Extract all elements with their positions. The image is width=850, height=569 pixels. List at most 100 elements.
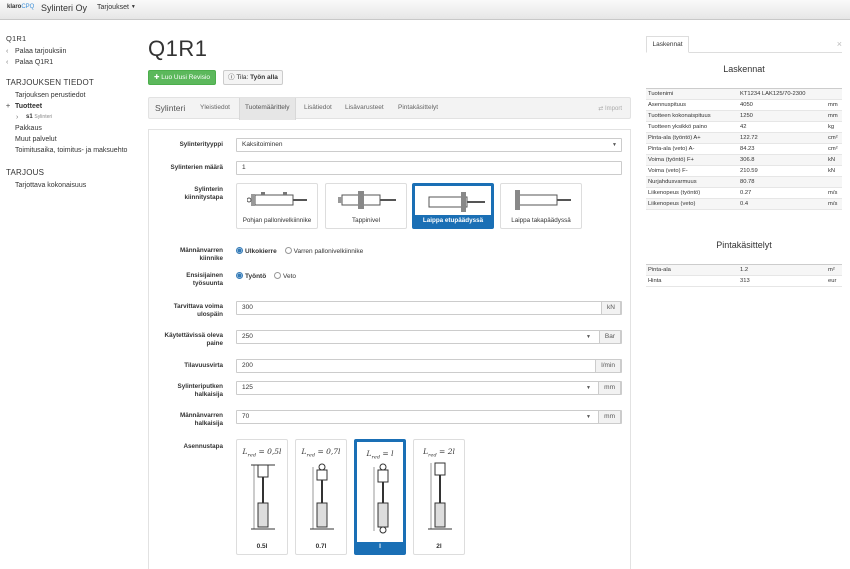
main-content: Q1R1 ✚ Luo Uusi Revisio ⓘ Tila: Työn all… (148, 36, 631, 569)
back-to-q-link[interactable]: ‹ Palaa Q1R1 (6, 57, 136, 68)
table-cell: Hinta (648, 278, 662, 284)
brand-logo[interactable]: klaroCPQ (7, 4, 34, 10)
table-row: Hinta 313 eur (646, 276, 842, 287)
direction-option-push[interactable]: Työntö (236, 272, 266, 280)
rod-diameter-unit: mm (598, 410, 621, 424)
mount-option-rear-flange[interactable]: Laippa takapäädyssä (500, 183, 582, 229)
sidebar-item-total[interactable]: Tarjottava kokonaisuus (6, 180, 136, 191)
table-cell: Voima (veto) F- (648, 168, 688, 174)
install-option-0-7l[interactable]: Lred = 0,7l 0.7l (295, 439, 347, 555)
table-row: Tuotenimi KT1234 LAK125/70-2300 (646, 89, 842, 100)
table-row: Nurjahdusvarmuus 80.78 (646, 177, 842, 188)
tab-additional-info[interactable]: Lisätiedot (304, 104, 332, 111)
cylinder-rear-ball-icon (247, 192, 307, 206)
table-cell: mm (828, 113, 838, 119)
table-cell: mm (828, 102, 838, 108)
top-navbar: klaroCPQ Sylinteri Oy Tarjoukset ▼ (0, 0, 850, 20)
tab-general[interactable]: Yleistiedot (200, 104, 230, 111)
sidebar-item-packing[interactable]: Pakkaus (6, 123, 136, 134)
table-cell: Voima (työntö) F+ (648, 157, 694, 163)
direction-radios: Työntö Veto (236, 272, 296, 280)
chevron-left-icon: ‹ (6, 48, 9, 55)
force-label: Tarvittava voima ulospäin (173, 303, 223, 318)
product-tabbar: Sylinteri Yleistiedot Tuotemäärittely Li… (148, 97, 631, 120)
rod-diameter-label: Männänvarren halkaisija (179, 412, 223, 427)
cylinder-qty-label: Sylinterien määrä (170, 164, 224, 171)
table-row: Pinta-ala 1.2 m² (646, 265, 842, 276)
sidebar-item-s1[interactable]: › s1 Sylinteri (6, 112, 136, 123)
status-button[interactable]: ⓘ Tila: Työn alla (223, 70, 283, 85)
table-row: Liikenopeus (veto) 0.4 m/s (646, 199, 842, 210)
table-cell: cm² (828, 146, 838, 152)
rod-option-ball-joint[interactable]: Varren pallonivelkiinnike (284, 247, 363, 255)
table-row: Tuotteen kokonaispituus 1250 mm (646, 111, 842, 122)
chevron-left-icon: ‹ (6, 59, 9, 66)
pressure-select[interactable]: 250 ▼ Bar (236, 330, 622, 344)
table-cell: 0.27 (740, 190, 752, 196)
install-option-2l[interactable]: Lred = 2l 2l (413, 439, 465, 555)
mount-option-front-flange[interactable]: Laippa etupäädyssä (412, 183, 494, 229)
buckling-diagram-icon (428, 462, 452, 530)
sidebar-item-products[interactable]: + Tuotteet (6, 101, 136, 112)
install-label: Asennustapa (183, 443, 223, 450)
table-cell: cm² (828, 135, 838, 141)
table-cell: Nurjahdusvarmuus (648, 179, 697, 185)
offers-menu[interactable]: Tarjoukset ▼ (97, 4, 136, 11)
tab-product-definition[interactable]: Tuotemäärittely (239, 98, 296, 120)
bore-select[interactable]: 125 ▼ mm (236, 381, 622, 395)
install-option-l[interactable]: Lred = l l (354, 439, 406, 555)
table-cell: kN (828, 168, 836, 174)
back-to-offers-link[interactable]: ‹ Palaa tarjouksiin (6, 46, 136, 57)
close-icon[interactable]: × (837, 39, 842, 49)
caret-down-icon: ▼ (586, 385, 591, 391)
tab-surface-treatments[interactable]: Pintakäsittelyt (398, 104, 438, 111)
sidebar-item-basic-info[interactable]: Tarjouksen perustiedot (6, 90, 136, 101)
rod-attachment-label: Männänvarren kiinnike (179, 247, 223, 262)
table-row: Liikenopeus (työntö) 0.27 m/s (646, 188, 842, 199)
table-cell: kN (828, 157, 836, 163)
mount-option-trunnion[interactable]: Tappinivel (325, 183, 407, 229)
sidebar-item-delivery[interactable]: Toimitusaika, toimitus- ja maksuehto (6, 145, 136, 156)
tab-calculations[interactable]: Laskennat (646, 36, 689, 53)
flow-label: Tilavuusvirta (184, 362, 223, 369)
sidebar: Q1R1 ‹ Palaa tarjouksiin ‹ Palaa Q1R1 TARJ… (6, 34, 136, 191)
new-revision-button[interactable]: ✚ Luo Uusi Revisio (148, 70, 216, 85)
product-name: Sylinteri (155, 103, 186, 113)
table-cell: m² (828, 267, 835, 273)
buckling-diagram-icon (310, 463, 334, 530)
flow-input[interactable]: 200 l/min (236, 359, 622, 373)
import-button[interactable]: ⇄ Import (598, 105, 622, 112)
table-cell: Asennuspituus (648, 102, 687, 108)
buckling-diagram-icon (373, 463, 389, 534)
table-row: Voima (veto) F- 210.59 kN (646, 166, 842, 177)
mount-option-rear-ball-joint[interactable]: Pohjan pallonivelkiinnike (236, 183, 318, 229)
cylinder-type-select[interactable]: Kaksitoiminen ▼ (236, 138, 622, 152)
install-option-0-5l[interactable]: Lred = 0,5l 0.5l (236, 439, 288, 555)
table-cell: Pinta-ala (648, 267, 671, 273)
table-cell: Tuotteen yksikkö paino (648, 124, 708, 130)
radio-selected-icon (236, 247, 243, 254)
table-cell: kg (828, 124, 835, 130)
sidebar-q-code: Q1R1 (6, 34, 27, 43)
table-cell: Pinta-ala (veto) A- (648, 146, 695, 152)
force-input[interactable]: 300 kN (236, 301, 622, 315)
cylinder-rear-flange-icon (515, 190, 571, 210)
direction-option-pull[interactable]: Veto (274, 272, 296, 280)
sidebar-item-other-services[interactable]: Muut palvelut (6, 134, 136, 145)
force-unit: kN (601, 301, 621, 315)
rod-diameter-select[interactable]: 70 ▼ mm (236, 410, 622, 424)
cylinder-trunnion-icon (338, 191, 396, 209)
tab-accessories[interactable]: Lisävarusteet (345, 104, 384, 111)
table-row: Pinta-ala (työntö) A+ 122.72 cm² (646, 133, 842, 144)
rod-option-external-thread[interactable]: Ulkokierre (236, 247, 277, 255)
direction-label: Ensisijainen työsuunta (186, 272, 223, 287)
chevron-right-icon: › (16, 114, 19, 121)
table-cell: 80.78 (740, 179, 755, 185)
table-cell: 42 (740, 124, 747, 130)
table-cell: m/s (828, 201, 838, 207)
table-cell: 306.8 (740, 157, 755, 163)
plus-icon: + (6, 103, 11, 110)
cylinder-qty-input[interactable]: 1 (236, 161, 622, 175)
table-row: Voima (työntö) F+ 306.8 kN (646, 155, 842, 166)
table-cell: Liikenopeus (veto) (648, 201, 696, 207)
